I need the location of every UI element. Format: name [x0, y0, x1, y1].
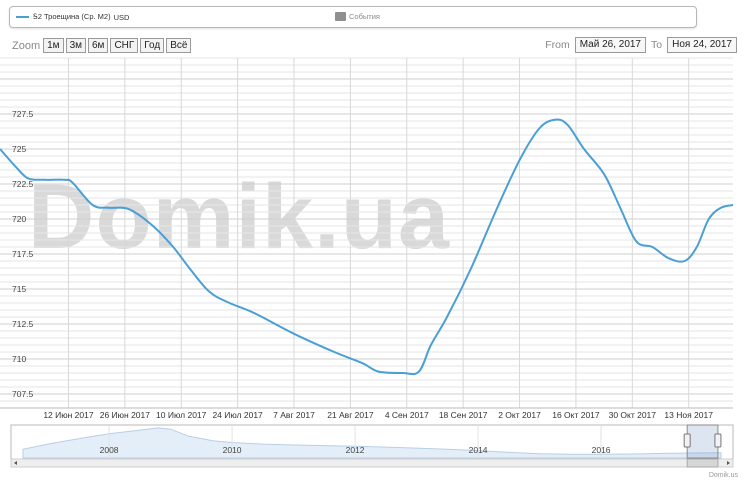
- zoom-ytd-button[interactable]: СНГ: [110, 38, 139, 53]
- range-from-label: From: [545, 39, 570, 51]
- credit-label: Domik.us: [708, 472, 738, 479]
- scrollbar-track[interactable]: [10, 458, 734, 468]
- legend-series-label: Ꭶ2 Троещина (Ср. М2): [33, 12, 111, 21]
- navigator-selection[interactable]: [686, 424, 719, 459]
- x-tick-label: 2 Окт 2017: [498, 410, 541, 420]
- x-tick-label: 7 Авг 2017: [273, 410, 315, 420]
- date-range-selector: From Май 26, 2017 To Ноя 24, 2017: [540, 37, 737, 53]
- y-tick-label: 707.5: [12, 389, 34, 399]
- zoom-all-button[interactable]: Всё: [166, 38, 192, 53]
- legend-events-item[interactable]: События: [335, 12, 380, 21]
- legend-series-unit: USD: [113, 12, 130, 22]
- series-line-swatch: [16, 16, 29, 18]
- legend-events-label: События: [349, 12, 380, 21]
- y-tick-label: 725: [12, 144, 26, 154]
- events-swatch-icon: [335, 12, 346, 21]
- y-tick-label: 720: [12, 214, 26, 224]
- scroll-left-arrow-icon[interactable]: [14, 461, 17, 465]
- navigator-handle[interactable]: [714, 433, 722, 448]
- navigator-year-label: 2014: [469, 445, 488, 455]
- navigator-handle[interactable]: [683, 433, 691, 448]
- y-tick-label: 712.5: [12, 319, 34, 329]
- navigator-year-label: 2008: [100, 445, 119, 455]
- zoom-6m-button[interactable]: 6м: [88, 38, 109, 53]
- range-from-input[interactable]: Май 26, 2017: [574, 37, 646, 53]
- x-tick-label: 30 Окт 2017: [609, 410, 657, 420]
- navigator-year-label: 2010: [223, 445, 242, 455]
- navigator-area: [22, 427, 722, 459]
- zoom-1y-button[interactable]: Год: [140, 38, 165, 53]
- watermark-logo: Domik.ua: [28, 166, 451, 268]
- navigator-year-label: 2012: [346, 445, 365, 455]
- navigator-frame: [10, 424, 734, 468]
- x-tick-label: 26 Июн 2017: [100, 410, 151, 420]
- y-tick-label: 710: [12, 354, 26, 364]
- range-to-input[interactable]: Ноя 24, 2017: [667, 37, 737, 53]
- y-tick-label: 715: [12, 284, 26, 294]
- range-to-label: To: [651, 39, 663, 51]
- scroll-right-arrow-icon[interactable]: [727, 461, 730, 465]
- legend-panel: Ꭶ2 Троещина (Ср. М2) USD События: [9, 6, 697, 28]
- zoom-3m-button[interactable]: 3м: [65, 38, 86, 53]
- zoom-label: Zoom: [12, 39, 41, 52]
- legend-series-item[interactable]: Ꭶ2 Троещина (Ср. М2) USD: [16, 12, 129, 22]
- x-tick-label: 10 Июл 2017: [156, 410, 207, 420]
- zoom-1m-button[interactable]: 1м: [43, 38, 64, 53]
- y-tick-label: 727.5: [12, 109, 34, 119]
- x-tick-label: 12 Июн 2017: [43, 410, 94, 420]
- x-tick-label: 16 Окт 2017: [552, 410, 600, 420]
- x-tick-label: 13 Ноя 2017: [664, 410, 713, 420]
- scrollbar-thumb[interactable]: [686, 458, 719, 468]
- navigator-year-label: 2016: [592, 445, 611, 455]
- x-tick-label: 24 Июл 2017: [212, 410, 263, 420]
- x-tick-label: 18 Сен 2017: [439, 410, 488, 420]
- x-tick-label: 4 Сен 2017: [385, 410, 429, 420]
- x-tick-label: 21 Авг 2017: [327, 410, 374, 420]
- zoom-controls: Zoom 1м 3м 6м СНГ Год Всё: [12, 38, 193, 53]
